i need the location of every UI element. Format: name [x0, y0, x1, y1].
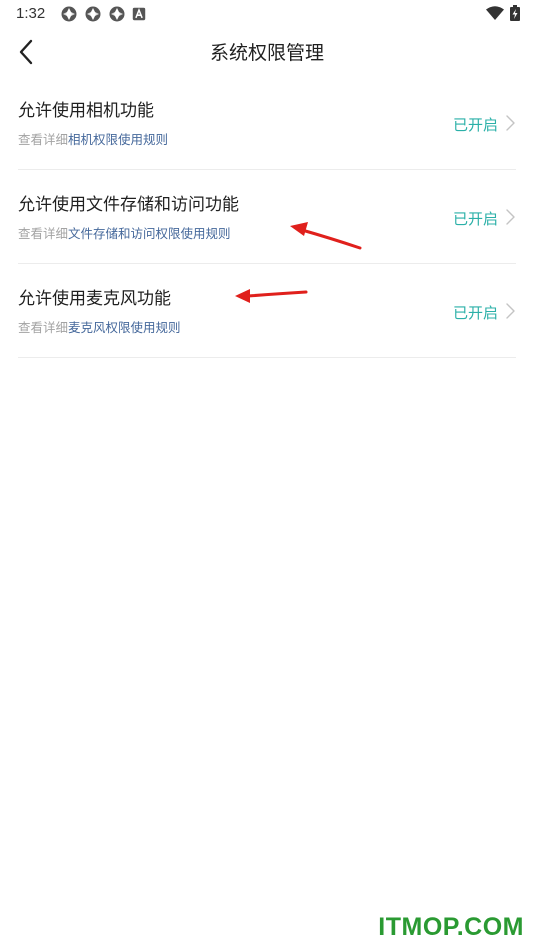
permission-title: 允许使用相机功能 [18, 101, 154, 121]
header: 系统权限管理 [0, 28, 534, 76]
status-time: 1:32 [16, 5, 46, 22]
status-bar: 1:32 [0, 0, 534, 28]
wifi-icon [486, 6, 504, 20]
permission-sub-prefix: 查看详细 [18, 320, 69, 335]
app-notification-icon [61, 6, 77, 22]
permission-rule-link[interactable]: 文件存储和访问权限使用规则 [68, 226, 231, 241]
permission-rule-link[interactable]: 麦克风权限使用规则 [68, 320, 181, 335]
permission-subtitle: 查看详细麦克风权限使用规则 [18, 317, 181, 336]
permission-rule-link[interactable]: 相机权限使用规则 [68, 132, 168, 147]
battery-charging-icon [510, 5, 520, 21]
permission-sub-prefix: 查看详细 [18, 226, 69, 241]
permission-sub-prefix: 查看详细 [18, 132, 69, 147]
chevron-right-icon [506, 209, 515, 225]
app-notification-icon [85, 6, 101, 22]
permission-subtitle: 查看详细文件存储和访问权限使用规则 [18, 223, 231, 242]
permission-title: 允许使用麦克风功能 [18, 289, 171, 309]
permission-item-storage[interactable]: 允许使用文件存储和访问功能 查看详细文件存储和访问权限使用规则 已开启 [18, 170, 516, 264]
page-title: 系统权限管理 [209, 42, 324, 64]
permission-item-microphone[interactable]: 允许使用麦克风功能 查看详细麦克风权限使用规则 已开启 [18, 264, 516, 358]
permission-title: 允许使用文件存储和访问功能 [18, 195, 239, 215]
chevron-right-icon [506, 303, 515, 319]
a-badge-icon [132, 7, 146, 21]
permission-status: 已开启 [452, 116, 498, 134]
permission-status: 已开启 [452, 304, 498, 322]
notification-icons [60, 5, 146, 23]
permission-item-camera[interactable]: 允许使用相机功能 查看详细相机权限使用规则 已开启 [18, 76, 516, 170]
permission-status: 已开启 [452, 210, 498, 228]
permission-list: 允许使用相机功能 查看详细相机权限使用规则 已开启 允许使用文件存储和访问功能 … [18, 76, 516, 358]
chevron-right-icon [506, 115, 515, 131]
system-icons [486, 5, 520, 21]
app-notification-icon [109, 6, 125, 22]
watermark: ITMOP.COM [378, 913, 524, 941]
permission-subtitle: 查看详细相机权限使用规则 [18, 129, 168, 148]
